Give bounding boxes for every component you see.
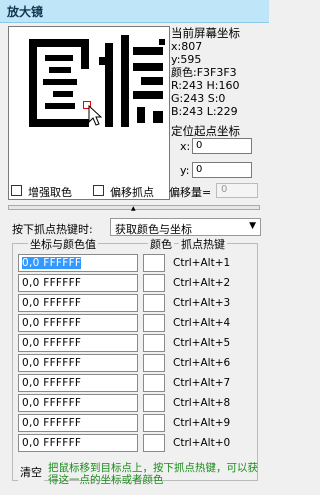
color-swatch[interactable]	[143, 334, 165, 352]
arrow-cursor-icon	[88, 105, 102, 126]
offset-pick-checkbox[interactable]	[93, 185, 104, 196]
usage-tip: 把鼠标移到目标点上，按下抓点热键，可以获得这一点的坐标或者颜色	[48, 462, 258, 486]
color-swatch[interactable]	[143, 354, 165, 372]
hotkey-action-label: 按下抓点热键时:	[12, 223, 93, 236]
point-value-field[interactable]: 0,0 FFFFFF	[18, 294, 138, 312]
hotkey-label: Ctrl+Alt+6	[173, 357, 231, 369]
table-row: 0,0 FFFFFF Ctrl+Alt+2	[18, 274, 258, 292]
clear-button[interactable]: 清空	[18, 462, 44, 482]
splitter-bar[interactable]: ▲	[8, 205, 260, 212]
table-row: 0,0 FFFFFF Ctrl+Alt+3	[18, 294, 258, 312]
table-row: 0,0 FFFFFF Ctrl+Alt+7	[18, 374, 258, 392]
offset-amount-input[interactable]: 0	[216, 183, 258, 198]
hotkey-label: Ctrl+Alt+4	[173, 317, 231, 329]
offset-amount-label: 偏移量=	[169, 186, 212, 199]
color-swatch[interactable]	[143, 254, 165, 272]
hotkey-label: Ctrl+Alt+9	[173, 417, 231, 429]
enhance-color-label: 增强取色	[28, 186, 72, 199]
table-row: 0,0 FFFFFF Ctrl+Alt+5	[18, 334, 258, 352]
window-title: 放大镜	[7, 5, 44, 19]
rgb-hsl-b: B:243 L:229	[171, 105, 238, 118]
point-value-field[interactable]: 0,0 FFFFFF	[18, 354, 138, 372]
point-value-field[interactable]: 0,0 FFFFFF	[18, 414, 138, 432]
hotkey-label: Ctrl+Alt+2	[173, 277, 231, 289]
magnifier-window: 当前屏幕坐标 x:807 y:595 颜色:F3F3F3 R:243 H:160…	[4, 23, 263, 490]
hotkey-label: Ctrl+Alt+8	[173, 397, 231, 409]
origin-y-label: y:	[180, 164, 190, 177]
point-value-field[interactable]: 0,0 FFFFFF	[18, 274, 138, 292]
table-row: 0,0 FFFFFF Ctrl+Alt+0	[18, 434, 258, 452]
cursor-info: 当前屏幕坐标 x:807 y:595 颜色:F3F3F3 R:243 H:160…	[171, 26, 261, 119]
point-value-field[interactable]: 0,0 FFFFFF	[18, 374, 138, 392]
color-swatch[interactable]	[143, 374, 165, 392]
origin-x-label: x:	[180, 140, 191, 153]
hotkey-action-select[interactable]: 获取颜色与坐标 ▼	[110, 218, 261, 236]
col-color: 颜色	[148, 236, 174, 252]
col-coord-color: 坐标与颜色值	[28, 236, 98, 252]
point-value-text: 0,0 FFFFFF	[22, 257, 82, 269]
table-row: 0,0 FFFFFF Ctrl+Alt+8	[18, 394, 258, 412]
magnifier-view	[8, 26, 170, 200]
hotkey-label: Ctrl+Alt+0	[173, 437, 231, 449]
hotkey-action-value: 获取颜色与坐标	[115, 223, 192, 236]
point-value-field[interactable]: 0,0 FFFFFF	[18, 334, 138, 352]
table-row: 0,0 FFFFFF Ctrl+Alt+6	[18, 354, 258, 372]
origin-x-input[interactable]: 0	[192, 138, 252, 154]
origin-y-input[interactable]: 0	[192, 162, 252, 178]
points-table-header: 坐标与颜色值 颜色 抓点热键	[12, 236, 262, 252]
cursor-y: y:595	[171, 53, 202, 66]
color-swatch[interactable]	[143, 314, 165, 332]
color-swatch[interactable]	[143, 414, 165, 432]
locate-origin-title: 定位起点坐标	[171, 124, 240, 138]
dropdown-arrow-icon: ▼	[249, 221, 256, 231]
hotkey-label: Ctrl+Alt+7	[173, 377, 231, 389]
table-row: 0,0 FFFFFF Ctrl+Alt+1	[18, 254, 258, 272]
title-bar[interactable]: 放大镜	[0, 0, 269, 23]
rgb-hsl-r: R:243 H:160	[171, 79, 240, 92]
splitter-grip-icon: ▲	[131, 205, 136, 212]
cursor-color: 颜色:F3F3F3	[171, 66, 237, 79]
color-swatch[interactable]	[143, 434, 165, 452]
rgb-hsl-g: G:243 S:0	[171, 92, 226, 105]
point-value-field[interactable]: 0,0 FFFFFF	[18, 254, 138, 272]
color-swatch[interactable]	[143, 394, 165, 412]
point-value-field[interactable]: 0,0 FFFFFF	[18, 394, 138, 412]
table-row: 0,0 FFFFFF Ctrl+Alt+9	[18, 414, 258, 432]
enhance-color-checkbox[interactable]	[11, 185, 22, 196]
point-value-field[interactable]: 0,0 FFFFFF	[18, 314, 138, 332]
cursor-x: x:807	[171, 40, 203, 53]
col-hotkey: 抓点热键	[179, 236, 227, 252]
offset-pick-label: 偏移抓点	[110, 186, 154, 199]
table-row: 0,0 FFFFFF Ctrl+Alt+4	[18, 314, 258, 332]
screen-coord-heading: 当前屏幕坐标	[171, 26, 240, 40]
point-value-field[interactable]: 0,0 FFFFFF	[18, 434, 138, 452]
color-swatch[interactable]	[143, 294, 165, 312]
hotkey-label: Ctrl+Alt+1	[173, 257, 231, 269]
hotkey-label: Ctrl+Alt+3	[173, 297, 231, 309]
options-row: 增强取色 偏移抓点 偏移量= 0	[9, 183, 259, 200]
color-swatch[interactable]	[143, 274, 165, 292]
hotkey-label: Ctrl+Alt+5	[173, 337, 231, 349]
